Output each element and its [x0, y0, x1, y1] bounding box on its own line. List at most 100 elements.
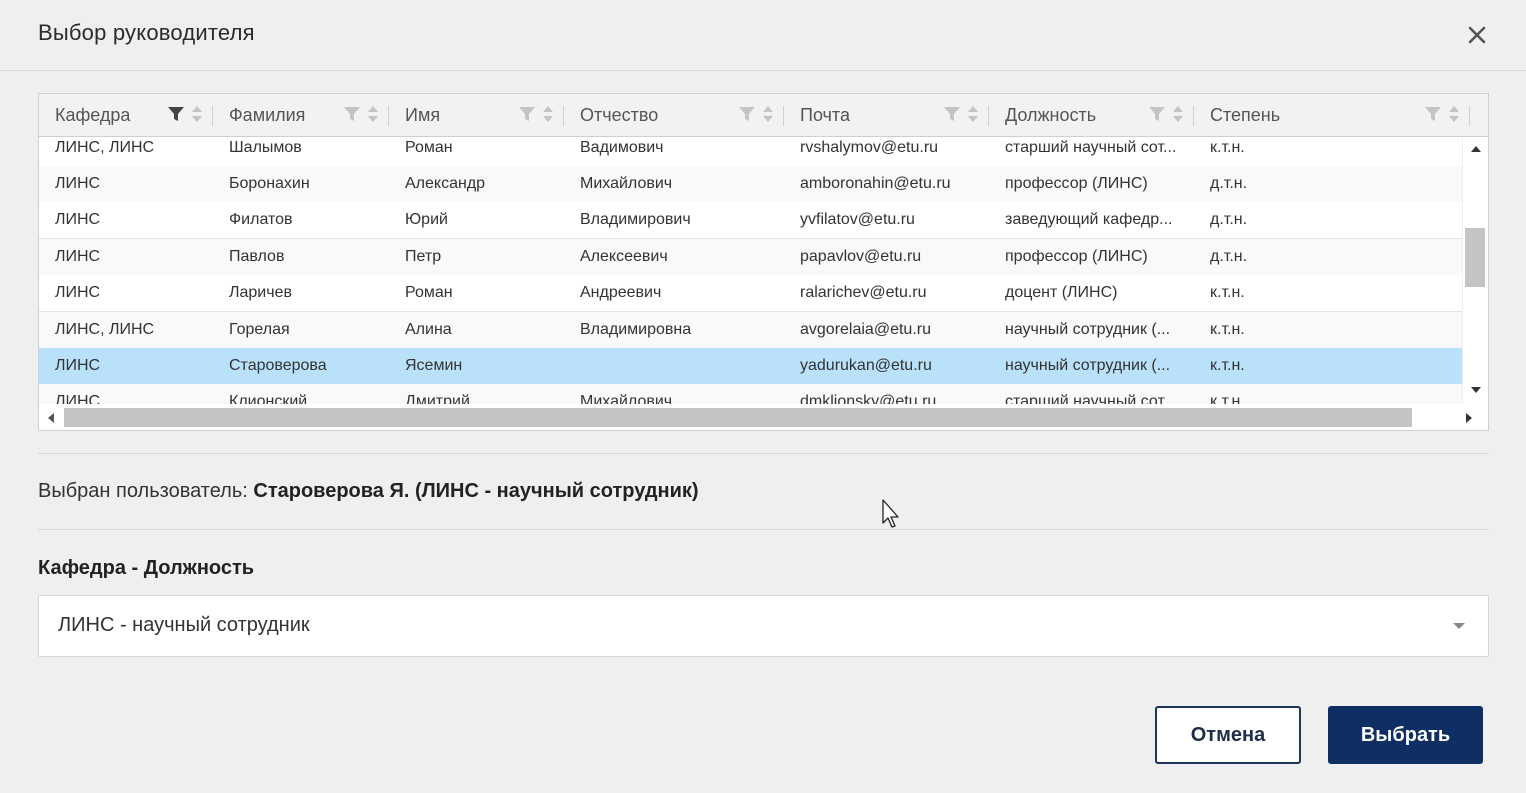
vertical-scroll-thumb[interactable]: [1465, 228, 1485, 287]
table-cell: ЛИНС: [55, 393, 101, 404]
selected-user-info: Выбран пользователь: Староверова Я. (ЛИН…: [38, 480, 699, 503]
sort-icon[interactable]: [367, 105, 379, 123]
column-header[interactable]: Степень: [1194, 94, 1470, 137]
column-header[interactable]: Почта: [784, 94, 989, 137]
table-cell: к.т.н.: [1210, 321, 1245, 338]
table-cell: к.т.н.: [1210, 393, 1245, 404]
table-cell: старший научный сот...: [1005, 393, 1177, 404]
table-cell: Вадимович: [580, 139, 664, 156]
table-row[interactable]: ЛИНС Павлов Петр Алексеевич papavlov@etu.ru п…: [39, 239, 1463, 276]
column-header-tools: [738, 105, 774, 123]
column-header-tools: [343, 105, 379, 123]
table-cell: papavlov@etu.ru: [800, 248, 922, 265]
table-cell: Алина: [405, 321, 452, 338]
sort-icon[interactable]: [762, 105, 774, 123]
column-header[interactable]: Имя: [389, 94, 564, 137]
table-cell: Клионский: [229, 393, 308, 404]
table-cell: д.т.н.: [1210, 211, 1248, 228]
column-header-label: Должность: [1005, 105, 1097, 125]
column-separator[interactable]: [1469, 106, 1470, 126]
table-cell: профессор (ЛИНС): [1005, 175, 1148, 192]
column-header[interactable]: Фамилия: [213, 94, 389, 137]
table-cell: Павлов: [229, 248, 285, 265]
dialog-header: Выбор руководителя: [0, 0, 1526, 71]
table-row[interactable]: ЛИНС Ларичев Роман Андреевич ralarichev@etu.…: [39, 275, 1463, 312]
position-select[interactable]: ЛИНС - научный сотрудник: [38, 595, 1489, 657]
table-cell: yadurukan@etu.ru: [800, 357, 932, 374]
scroll-down-arrow-icon[interactable]: [1470, 386, 1482, 394]
table-row[interactable]: ЛИНС, ЛИНС Горелая Алина Владимировна avgore…: [39, 312, 1463, 349]
vertical-scrollbar[interactable]: [1462, 137, 1488, 404]
horizontal-scrollbar[interactable]: [39, 404, 1472, 430]
filter-icon[interactable]: [343, 105, 361, 123]
users-grid: Кафедра Фамилия Имя Отчество Почта Должн…: [38, 93, 1489, 431]
column-header-tools: [1424, 105, 1460, 123]
table-cell: ЛИНС: [55, 211, 101, 228]
table-cell: д.т.н.: [1210, 248, 1248, 265]
table-cell: Владимировна: [580, 321, 692, 338]
table-cell: Шалымов: [229, 139, 302, 156]
table-cell: Роман: [405, 139, 453, 156]
sort-icon[interactable]: [1448, 105, 1460, 123]
scroll-right-arrow-icon[interactable]: [1465, 412, 1473, 424]
table-cell: Филатов: [229, 211, 293, 228]
table-row[interactable]: ЛИНС Боронахин Александр Михайлович amborona…: [39, 166, 1463, 203]
table-cell: ЛИНС: [55, 175, 101, 192]
table-cell: Владимирович: [580, 211, 691, 228]
chevron-down-icon[interactable]: [1452, 622, 1466, 630]
table-cell: ralarichev@etu.ru: [800, 284, 927, 301]
filter-icon[interactable]: [1148, 105, 1166, 123]
table-row[interactable]: ЛИНС Клионский Дмитрий Михайлович dmklionsky…: [39, 384, 1463, 404]
column-header[interactable]: Кафедра: [39, 94, 213, 137]
grid-body: ЛИНС, ЛИНС Шалымов Роман Вадимович rvshalymo…: [39, 137, 1463, 404]
table-cell: yvfilatov@etu.ru: [800, 211, 915, 228]
column-header-label: Имя: [405, 105, 441, 125]
table-cell: Роман: [405, 284, 453, 301]
select-button[interactable]: Выбрать: [1328, 706, 1483, 764]
sort-icon[interactable]: [542, 105, 554, 123]
table-cell: Александр: [405, 175, 486, 192]
table-cell: Ясемин: [405, 357, 463, 374]
position-select-value: ЛИНС - научный сотрудник: [58, 614, 310, 636]
divider: [38, 529, 1489, 530]
position-field-label: Кафедра - Должность: [38, 557, 255, 579]
mouse-cursor-icon: [882, 499, 899, 528]
filter-icon[interactable]: [1424, 105, 1442, 123]
grid-header: Кафедра Фамилия Имя Отчество Почта Должн…: [39, 94, 1488, 137]
filter-icon[interactable]: [738, 105, 756, 123]
table-cell: научный сотрудник (...: [1005, 357, 1171, 374]
column-header[interactable]: Должность: [989, 94, 1194, 137]
sort-icon[interactable]: [967, 105, 979, 123]
column-header-tools: [518, 105, 554, 123]
cancel-button[interactable]: Отмена: [1155, 706, 1301, 764]
table-cell: ЛИНС: [55, 357, 101, 374]
table-cell: ЛИНС: [55, 248, 101, 265]
scroll-up-arrow-icon[interactable]: [1470, 145, 1482, 153]
scroll-left-arrow-icon[interactable]: [47, 412, 55, 424]
table-cell: Дмитрий: [405, 393, 470, 404]
filter-icon[interactable]: [167, 105, 185, 123]
table-cell: Михайлович: [580, 393, 673, 404]
close-button[interactable]: [1464, 22, 1490, 48]
horizontal-scroll-thumb[interactable]: [64, 408, 1412, 427]
selected-user-value: Староверова Я. (ЛИНС - научный сотрудник…: [253, 480, 699, 502]
table-cell: Михайлович: [580, 175, 673, 192]
table-cell: Юрий: [405, 211, 448, 228]
table-cell: д.т.н.: [1210, 175, 1248, 192]
table-cell: ЛИНС, ЛИНС: [55, 321, 155, 338]
table-row[interactable]: ЛИНС Староверова Ясемин yadurukan@etu.ru нау…: [39, 348, 1463, 385]
sort-icon[interactable]: [191, 105, 203, 123]
table-cell: [580, 348, 776, 384]
table-cell: старший научный сот...: [1005, 139, 1177, 156]
table-row[interactable]: ЛИНС Филатов Юрий Владимирович yvfilatov@etu…: [39, 202, 1463, 239]
table-cell: ЛИНС, ЛИНС: [55, 139, 155, 156]
sort-icon[interactable]: [1172, 105, 1184, 123]
table-cell: Горелая: [229, 321, 290, 338]
table-cell: avgorelaia@etu.ru: [800, 321, 931, 338]
table-row[interactable]: ЛИНС, ЛИНС Шалымов Роман Вадимович rvshalymo…: [39, 137, 1463, 167]
column-header-label: Фамилия: [229, 105, 306, 125]
filter-icon[interactable]: [518, 105, 536, 123]
column-header[interactable]: Отчество: [564, 94, 784, 137]
table-cell: к.т.н.: [1210, 284, 1245, 301]
filter-icon[interactable]: [943, 105, 961, 123]
